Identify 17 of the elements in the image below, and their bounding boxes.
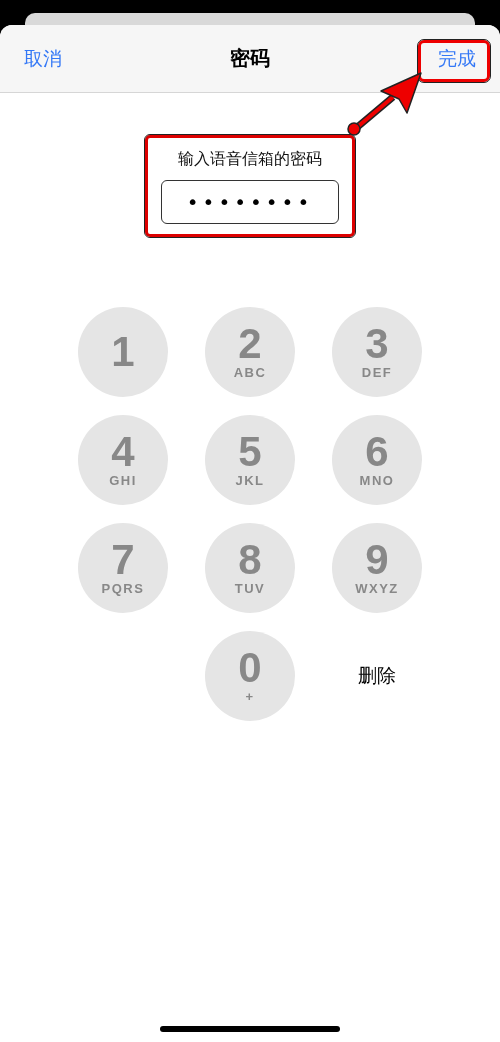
keypad-key[interactable]: 4 GHI xyxy=(78,415,168,505)
cancel-button[interactable]: 取消 xyxy=(22,43,64,74)
keypad-key[interactable]: 3 DEF xyxy=(332,307,422,397)
password-field[interactable]: •••••••• xyxy=(161,179,339,224)
keypad-key[interactable]: 7 PQRS xyxy=(78,523,168,613)
keypad-key[interactable]: 2 ABC xyxy=(205,307,295,397)
keypad-key[interactable]: 9 WXYZ xyxy=(332,523,422,613)
keypad-key[interactable]: 6 MNO xyxy=(332,415,422,505)
keypad-key[interactable]: 0 + xyxy=(205,631,295,721)
keypad-key[interactable]: 8 TUV xyxy=(205,523,295,613)
delete-button[interactable]: 删除 xyxy=(356,661,398,691)
keypad-key[interactable]: 5 JKL xyxy=(205,415,295,505)
prompt-label: 输入语音信箱的密码 xyxy=(178,148,322,170)
highlight-frame xyxy=(418,40,490,82)
done-button[interactable]: 完成 xyxy=(436,43,478,74)
keypad-key[interactable]: 1 xyxy=(78,307,168,397)
screen-title: 密码 xyxy=(230,45,270,72)
